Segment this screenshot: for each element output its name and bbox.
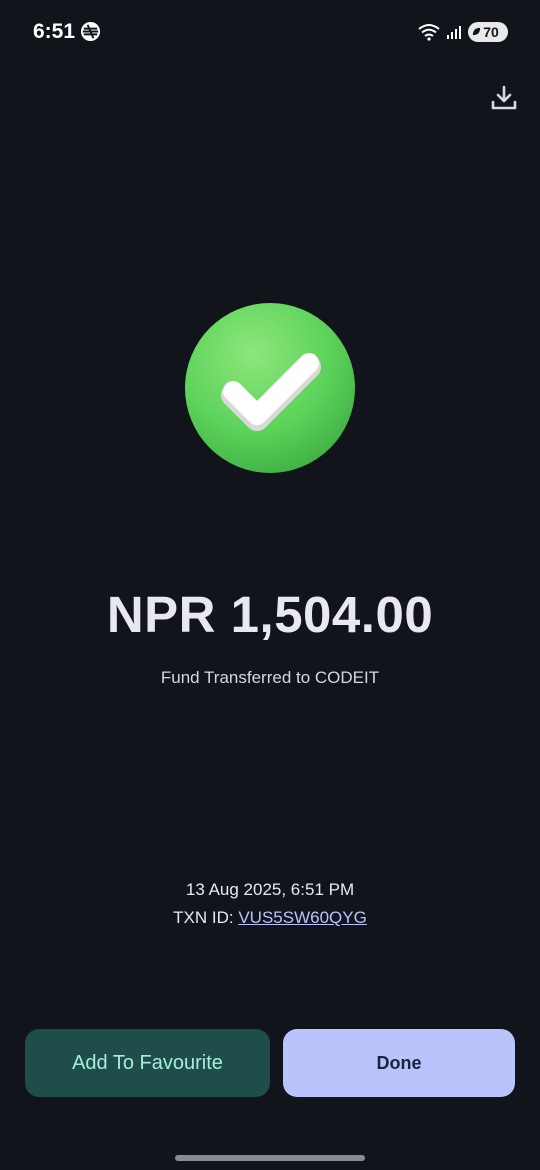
battery-saver-icon xyxy=(472,27,481,36)
add-to-favourite-button[interactable]: Add To Favourite xyxy=(25,1029,270,1097)
signal-icon xyxy=(447,26,461,39)
wifi-icon xyxy=(418,24,440,41)
battery-icon: 70 xyxy=(468,22,508,42)
battery-level: 70 xyxy=(483,24,499,40)
txn-id-row: TXN ID: VUS5SW60QYG xyxy=(0,907,540,929)
app-notification-icon xyxy=(80,21,101,42)
done-button[interactable]: Done xyxy=(283,1029,515,1097)
status-time: 6:51 xyxy=(33,20,76,43)
transfer-amount: NPR 1,504.00 xyxy=(106,586,434,643)
status-bar: 6:51 70 xyxy=(0,0,540,64)
txn-id-label: TXN ID: xyxy=(173,908,234,927)
status-icons: 70 xyxy=(418,22,508,42)
txn-id-link[interactable]: VUS5SW60QYG xyxy=(238,908,367,927)
home-indicator[interactable] xyxy=(175,1155,365,1161)
payment-success-screen: 6:51 70 NPR 1,504.00 Fund Transferred to… xyxy=(0,0,540,1170)
success-check-icon xyxy=(185,303,355,473)
download-icon[interactable] xyxy=(490,84,518,112)
transfer-description: Fund Transferred to CODEIT xyxy=(160,668,380,687)
transaction-details: 13 Aug 2025, 6:51 PM TXN ID: VUS5SW60QYG xyxy=(0,879,540,929)
transaction-datetime: 13 Aug 2025, 6:51 PM xyxy=(185,880,355,899)
